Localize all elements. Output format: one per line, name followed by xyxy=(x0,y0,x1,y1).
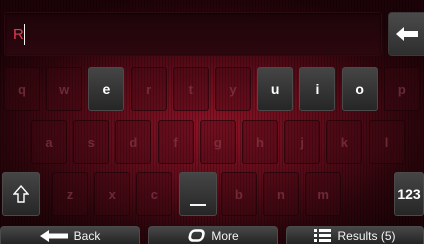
key-label: s xyxy=(87,134,95,150)
more-button-label: More xyxy=(211,228,239,243)
shift-key[interactable] xyxy=(2,172,40,216)
key-label: g xyxy=(213,134,222,150)
key-r: r xyxy=(130,67,167,111)
key-f: f xyxy=(157,120,194,164)
results-button-label: Results (5) xyxy=(337,228,396,243)
key-b: b xyxy=(220,172,257,216)
key-q: q xyxy=(4,67,40,111)
key-o[interactable]: o xyxy=(341,67,378,111)
key-g: g xyxy=(199,120,236,164)
key-label: r xyxy=(146,81,152,97)
key-label: t xyxy=(188,81,193,97)
key-c: c xyxy=(136,172,173,216)
key-label: e xyxy=(102,81,111,97)
key-a: a xyxy=(31,120,67,164)
key-s: s xyxy=(73,120,110,164)
key-label: q xyxy=(18,81,26,97)
backspace-button[interactable] xyxy=(388,12,424,56)
back-button-label: Back xyxy=(73,228,101,243)
backspace-arrow-icon xyxy=(395,27,418,41)
key-label: p xyxy=(397,81,406,97)
key-d: d xyxy=(115,120,152,164)
search-input-text: R xyxy=(13,26,24,43)
key-label: d xyxy=(129,134,138,150)
key-label: b xyxy=(234,186,243,202)
key-w: w xyxy=(46,67,83,111)
list-icon xyxy=(314,229,332,242)
key-label: k xyxy=(340,134,348,150)
more-button[interactable]: More xyxy=(148,226,278,244)
key-label: u xyxy=(270,81,280,97)
key-label: c xyxy=(150,186,158,202)
numeric-key[interactable]: 123 xyxy=(394,172,424,216)
key-n: n xyxy=(263,172,299,216)
search-input-bar[interactable]: R xyxy=(4,12,382,56)
numeric-key-label: 123 xyxy=(397,186,421,202)
key-x: x xyxy=(94,172,131,216)
key-label: a xyxy=(45,134,53,150)
key-label: m xyxy=(317,186,329,202)
key-l: l xyxy=(368,120,405,164)
key-label: f xyxy=(173,134,178,150)
key-m: m xyxy=(305,172,342,216)
key-label: n xyxy=(277,186,285,202)
key-e[interactable]: e xyxy=(88,67,125,111)
key-p: p xyxy=(383,67,420,111)
key-label: l xyxy=(384,134,389,150)
space-bar-icon xyxy=(190,204,206,206)
space-key[interactable] xyxy=(179,172,217,216)
key-label: h xyxy=(256,134,264,150)
key-u[interactable]: u xyxy=(257,67,294,111)
key-k: k xyxy=(326,120,363,164)
back-button[interactable]: Back xyxy=(0,226,140,244)
key-label: o xyxy=(355,81,364,97)
text-caret xyxy=(24,24,25,45)
key-z: z xyxy=(52,172,88,216)
key-label: w xyxy=(59,81,70,97)
key-t: t xyxy=(172,67,209,111)
key-label: z xyxy=(66,186,74,202)
key-label: i xyxy=(315,81,320,97)
key-label: y xyxy=(229,81,237,97)
arrow-left-icon xyxy=(39,229,68,242)
key-h: h xyxy=(242,120,278,164)
bottom-bar: Back More Results (5) xyxy=(0,226,424,244)
shift-arrow-icon xyxy=(13,185,29,203)
key-j: j xyxy=(284,120,321,164)
key-i[interactable]: i xyxy=(299,67,336,111)
key-y: y xyxy=(215,67,251,111)
key-label: x xyxy=(108,186,116,202)
key-label: j xyxy=(300,134,304,150)
rounded-square-icon xyxy=(187,229,206,242)
results-button[interactable]: Results (5) xyxy=(286,226,424,244)
